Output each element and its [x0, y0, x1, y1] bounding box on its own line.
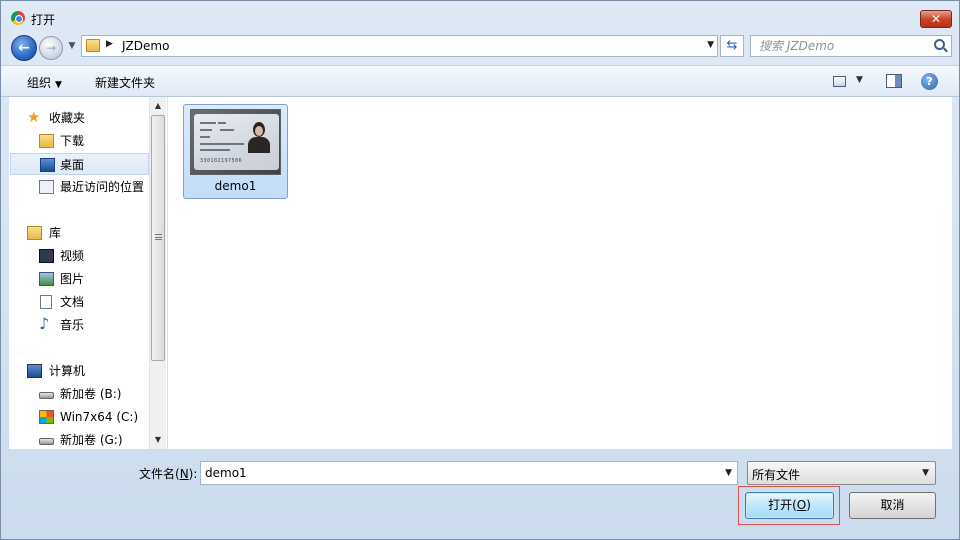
- chevron-right-icon[interactable]: ▶: [106, 39, 113, 49]
- open-file-dialog: 打开 ✕ ← → ▼ ▶ JZDemo ▼ ⇆ 组织▼ 新建文件夹 ▼ ? ★ …: [0, 0, 960, 540]
- picture-icon: [39, 272, 54, 286]
- sidebar-item-label: 音乐: [60, 318, 85, 332]
- id-card-image: 330102197506: [194, 114, 279, 170]
- organize-button[interactable]: 组织 ▼: [27, 74, 62, 91]
- back-button[interactable]: ←: [11, 35, 37, 61]
- video-icon: [39, 249, 54, 263]
- music-note-icon: ♪: [39, 314, 50, 333]
- new-folder-button[interactable]: 新建文件夹: [95, 74, 155, 91]
- filename-input[interactable]: [201, 462, 716, 484]
- sidebar-item-label: 视频: [60, 249, 85, 263]
- organize-label: 组织: [27, 76, 52, 90]
- sidebar-item-label: 计算机: [49, 364, 86, 378]
- filename-combobox[interactable]: ▼: [200, 461, 738, 485]
- image-thumbnail: 330102197506: [190, 109, 281, 175]
- chevron-down-icon[interactable]: ▼: [707, 40, 714, 50]
- folder-icon: [86, 39, 100, 52]
- search-box[interactable]: [750, 35, 952, 57]
- arrow-right-icon: →: [45, 41, 57, 55]
- filename-label: 文件名(N):: [139, 467, 198, 481]
- search-icon[interactable]: [934, 39, 945, 50]
- forward-button[interactable]: →: [39, 36, 63, 60]
- breadcrumb[interactable]: JZDemo: [122, 39, 169, 53]
- title-bar: 打开 ✕: [1, 1, 959, 35]
- refresh-button[interactable]: ⇆: [720, 35, 744, 57]
- view-mode-icon[interactable]: [833, 76, 846, 87]
- chevron-down-icon: ▼: [922, 468, 929, 478]
- computer-icon: [27, 364, 42, 378]
- sidebar-item-desktop[interactable]: 桌面: [10, 153, 149, 175]
- address-bar[interactable]: ▶ JZDemo ▼: [81, 35, 718, 57]
- filetype-value: 所有文件: [752, 468, 801, 482]
- sidebar-item-label: Win7x64 (C:): [60, 410, 139, 424]
- drive-icon: [39, 438, 54, 445]
- chevron-down-icon[interactable]: ▼: [725, 468, 732, 478]
- scroll-up-icon[interactable]: ▲: [150, 97, 166, 114]
- scroll-thumb[interactable]: [151, 115, 165, 361]
- id-number-text: 330102197506: [200, 158, 243, 164]
- file-list: 330102197506 demo1: [168, 97, 952, 449]
- cancel-button[interactable]: 取消: [849, 492, 936, 519]
- document-icon: [40, 295, 52, 309]
- toolbar: 组织 ▼ 新建文件夹 ▼ ?: [1, 65, 959, 97]
- sidebar-item-label: 库: [49, 226, 62, 240]
- chrome-icon: [11, 11, 25, 25]
- sidebar-item-label: 文档: [60, 295, 85, 309]
- star-icon: ★: [27, 108, 41, 126]
- navigation-pane: ★ 收藏夹 下载 桌面 最近访问的位置 库 视频 图片 文档 ♪ 音乐 计算机 …: [9, 97, 167, 449]
- sidebar-item-label: 新加卷 (G:): [60, 433, 123, 447]
- window-title: 打开: [31, 13, 56, 27]
- arrow-left-icon: ←: [18, 40, 30, 56]
- sidebar-item-label: 收藏夹: [49, 111, 86, 125]
- sidebar-scrollbar[interactable]: ▲ ▼: [149, 97, 166, 449]
- filetype-select[interactable]: 所有文件 ▼: [747, 461, 936, 485]
- recent-places-icon: [39, 180, 54, 194]
- help-icon[interactable]: ?: [921, 73, 938, 90]
- sidebar-item-label: 新加卷 (B:): [60, 387, 122, 401]
- preview-pane-icon[interactable]: [886, 74, 902, 88]
- close-button[interactable]: ✕: [920, 10, 952, 28]
- file-item[interactable]: 330102197506 demo1: [183, 104, 288, 199]
- search-input[interactable]: [751, 36, 926, 56]
- sidebar-item-label: 图片: [60, 272, 85, 286]
- drive-icon: [39, 392, 54, 399]
- chevron-down-icon: ▼: [55, 80, 62, 90]
- sidebar-item-label: 下载: [60, 134, 85, 148]
- chevron-down-icon[interactable]: ▼: [856, 75, 863, 85]
- download-folder-icon: [39, 134, 54, 148]
- file-name: demo1: [214, 179, 257, 193]
- sidebar-item-label: 桌面: [60, 158, 85, 172]
- library-icon: [27, 226, 42, 240]
- refresh-icon: ⇆: [726, 38, 738, 53]
- grip-icon: [155, 234, 162, 240]
- open-button[interactable]: 打开(O): [745, 492, 834, 519]
- scroll-down-icon[interactable]: ▼: [150, 431, 166, 448]
- windows-drive-icon: [39, 410, 54, 424]
- history-dropdown-icon[interactable]: ▼: [65, 39, 79, 53]
- desktop-icon: [40, 158, 55, 172]
- sidebar-item-label: 最近访问的位置: [60, 180, 145, 194]
